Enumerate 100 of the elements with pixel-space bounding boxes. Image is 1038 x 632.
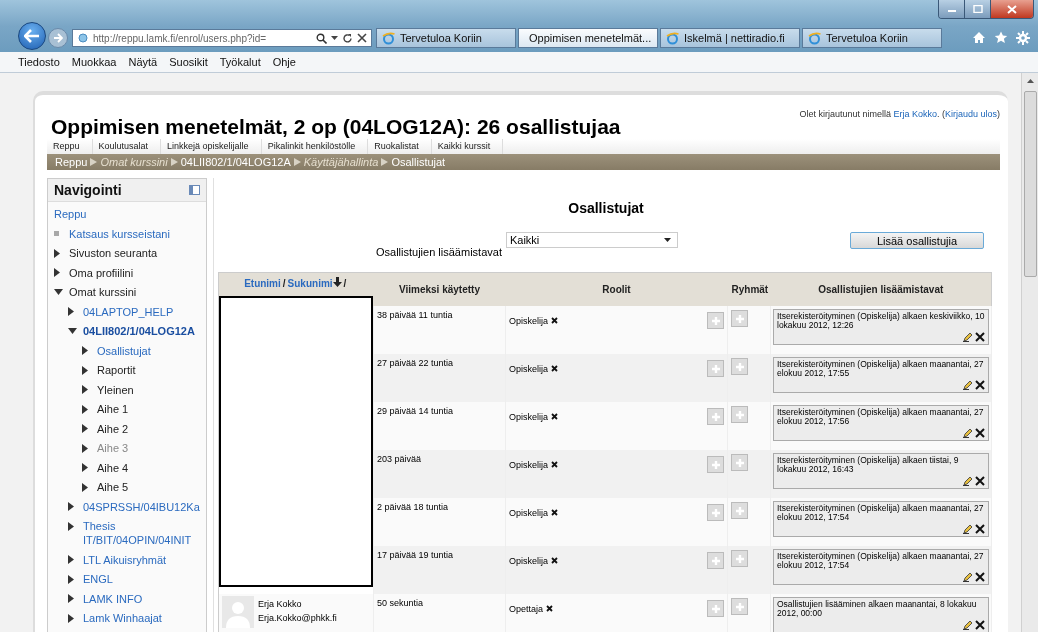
collapsed-triangle-icon[interactable]	[68, 613, 74, 623]
collapsed-triangle-icon[interactable]	[68, 574, 74, 584]
nav-item[interactable]: Sivuston seuranta	[69, 246, 158, 260]
browser-tab[interactable]: Tervetuloa Koriin	[376, 28, 516, 48]
expanded-triangle-icon[interactable]	[54, 289, 63, 295]
nav-item[interactable]: 04LII802/1/04LOG12A	[83, 324, 195, 338]
pencil-icon[interactable]	[963, 620, 973, 630]
nav-item[interactable]: Lamk Winhaajat	[83, 611, 162, 625]
separator-icon	[293, 158, 301, 166]
collapsed-triangle-icon[interactable]	[68, 502, 74, 511]
nav-item[interactable]: 04SPRSSH/04IBU12Ka	[83, 499, 200, 514]
nav-item[interactable]: Oma profiilini	[69, 265, 134, 280]
breadcrumb-link[interactable]: Reppu	[55, 156, 88, 168]
remove-icon[interactable]	[551, 461, 558, 468]
nav-item[interactable]: Osallistujat	[97, 343, 151, 358]
delete-icon[interactable]	[975, 332, 985, 342]
nav-item[interactable]: Omat kurssini	[69, 285, 137, 299]
collapsed-triangle-icon[interactable]	[82, 404, 88, 414]
collapsed-triangle-icon[interactable]	[68, 521, 74, 531]
collapsed-triangle-icon[interactable]	[54, 248, 60, 258]
browser-tab[interactable]: Tervetuloa Koriin	[802, 28, 942, 48]
add-participants-button[interactable]: Lisää osallistujia	[850, 232, 984, 249]
menu-item[interactable]: Näytä	[128, 56, 158, 68]
remove-icon[interactable]	[551, 557, 558, 564]
remove-icon[interactable]	[551, 509, 558, 516]
collapsed-triangle-icon[interactable]	[82, 346, 88, 355]
nav-item[interactable]: Katsaus kursseistani	[69, 226, 170, 241]
forward-button[interactable]	[48, 28, 68, 48]
nav-item[interactable]: Aihe 5	[97, 480, 129, 494]
nav-item[interactable]: 04LAPTOP_HELP	[83, 304, 174, 319]
search-icon[interactable]	[316, 32, 327, 44]
collapsed-triangle-icon[interactable]	[82, 424, 88, 433]
settings-icon[interactable]	[1016, 31, 1030, 45]
nav-item[interactable]: Yleinen	[97, 382, 134, 397]
pencil-icon[interactable]	[963, 476, 973, 486]
last-access-text: 50 sekuntia	[377, 598, 424, 608]
sort-link[interactable]: Etunimi	[244, 278, 281, 289]
role-text: Opiskelija	[509, 459, 548, 470]
delete-icon[interactable]	[975, 620, 985, 630]
collapsed-triangle-icon[interactable]	[82, 385, 88, 394]
minimize-button[interactable]	[939, 0, 965, 18]
close-button[interactable]	[991, 0, 1033, 18]
collapsed-triangle-icon[interactable]	[68, 307, 74, 316]
enrolment-text: Itserekisteröityminen (Opiskelija) alkaen tiistai, 9 lokakuu 2012, 16:43	[777, 456, 960, 474]
delete-icon[interactable]	[975, 428, 985, 438]
nav-item[interactable]: LTL Aikuisryhmät	[83, 552, 167, 567]
collapsed-triangle-icon[interactable]	[82, 365, 88, 375]
star-icon[interactable]	[994, 31, 1008, 44]
collapsed-triangle-icon[interactable]	[82, 482, 88, 492]
nav-item[interactable]: Aihe 2	[97, 421, 129, 436]
refresh-icon[interactable]	[342, 32, 353, 44]
address-field[interactable]: http://reppu.lamk.fi/enrol/users.php?id=	[72, 29, 372, 47]
collapsed-triangle-icon[interactable]	[68, 594, 74, 603]
enrolment-select[interactable]: Kaikki	[505, 232, 678, 248]
sort-link[interactable]: Sukunimi	[287, 278, 333, 289]
pencil-icon[interactable]	[963, 524, 973, 534]
nav-item[interactable]: Thesis IT/BIT/04OPIN/04INIT	[83, 519, 206, 547]
browser-tab[interactable]: Oppimisen menetelmät...	[518, 28, 658, 48]
nav-item[interactable]: Aihe 3	[97, 441, 129, 455]
breadcrumb-link[interactable]: Osallistujat	[391, 156, 446, 168]
nav-item[interactable]: Raportit	[97, 363, 136, 377]
remove-icon[interactable]	[551, 365, 558, 372]
nav-item[interactable]: Aihe 1	[97, 402, 129, 416]
nav-item[interactable]: Aihe 4	[97, 460, 129, 475]
scroll-up-icon[interactable]	[1026, 79, 1034, 83]
menu-item[interactable]: Työkalut	[219, 56, 261, 68]
remove-icon[interactable]	[546, 605, 554, 612]
breadcrumb-link[interactable]: 04LII802/1/04LOG12A	[180, 156, 291, 168]
delete-icon[interactable]	[975, 572, 985, 582]
remove-icon[interactable]	[551, 413, 558, 420]
stop-icon[interactable]	[357, 33, 367, 43]
maximize-button[interactable]	[965, 0, 991, 18]
menu-item[interactable]: Muokkaa	[71, 56, 117, 68]
menu-item[interactable]: Suosikit	[169, 56, 208, 68]
scrollbar[interactable]	[1021, 73, 1038, 632]
nav-item[interactable]: Reppu	[54, 207, 87, 221]
menu-item[interactable]: Ohje	[272, 56, 296, 68]
caret-icon[interactable]	[331, 35, 338, 41]
role-text: Opiskelija	[509, 315, 548, 326]
collapsed-triangle-icon[interactable]	[68, 555, 74, 564]
menu-item[interactable]: Tiedosto	[18, 56, 60, 68]
home-icon[interactable]	[972, 31, 986, 44]
pencil-icon[interactable]	[963, 428, 973, 438]
nav-item[interactable]: ENGL	[83, 572, 113, 586]
pencil-icon[interactable]	[963, 380, 973, 390]
collapsed-triangle-icon[interactable]	[82, 443, 88, 453]
remove-icon[interactable]	[551, 317, 558, 324]
nav-item[interactable]: LAMK INFO	[83, 591, 143, 606]
delete-icon[interactable]	[975, 380, 985, 390]
browser-tab[interactable]: Iskelmä | nettiradio.fi	[660, 28, 800, 48]
dock-icon[interactable]	[189, 185, 200, 195]
back-button[interactable]	[18, 22, 46, 50]
collapsed-triangle-icon[interactable]	[82, 463, 88, 472]
collapsed-triangle-icon[interactable]	[54, 268, 60, 277]
login-link[interactable]: Erja Kokko	[893, 109, 937, 119]
delete-icon[interactable]	[975, 524, 985, 534]
pencil-icon[interactable]	[963, 572, 973, 582]
delete-icon[interactable]	[975, 476, 985, 486]
pencil-icon[interactable]	[963, 332, 973, 342]
expanded-triangle-icon[interactable]	[68, 328, 77, 334]
